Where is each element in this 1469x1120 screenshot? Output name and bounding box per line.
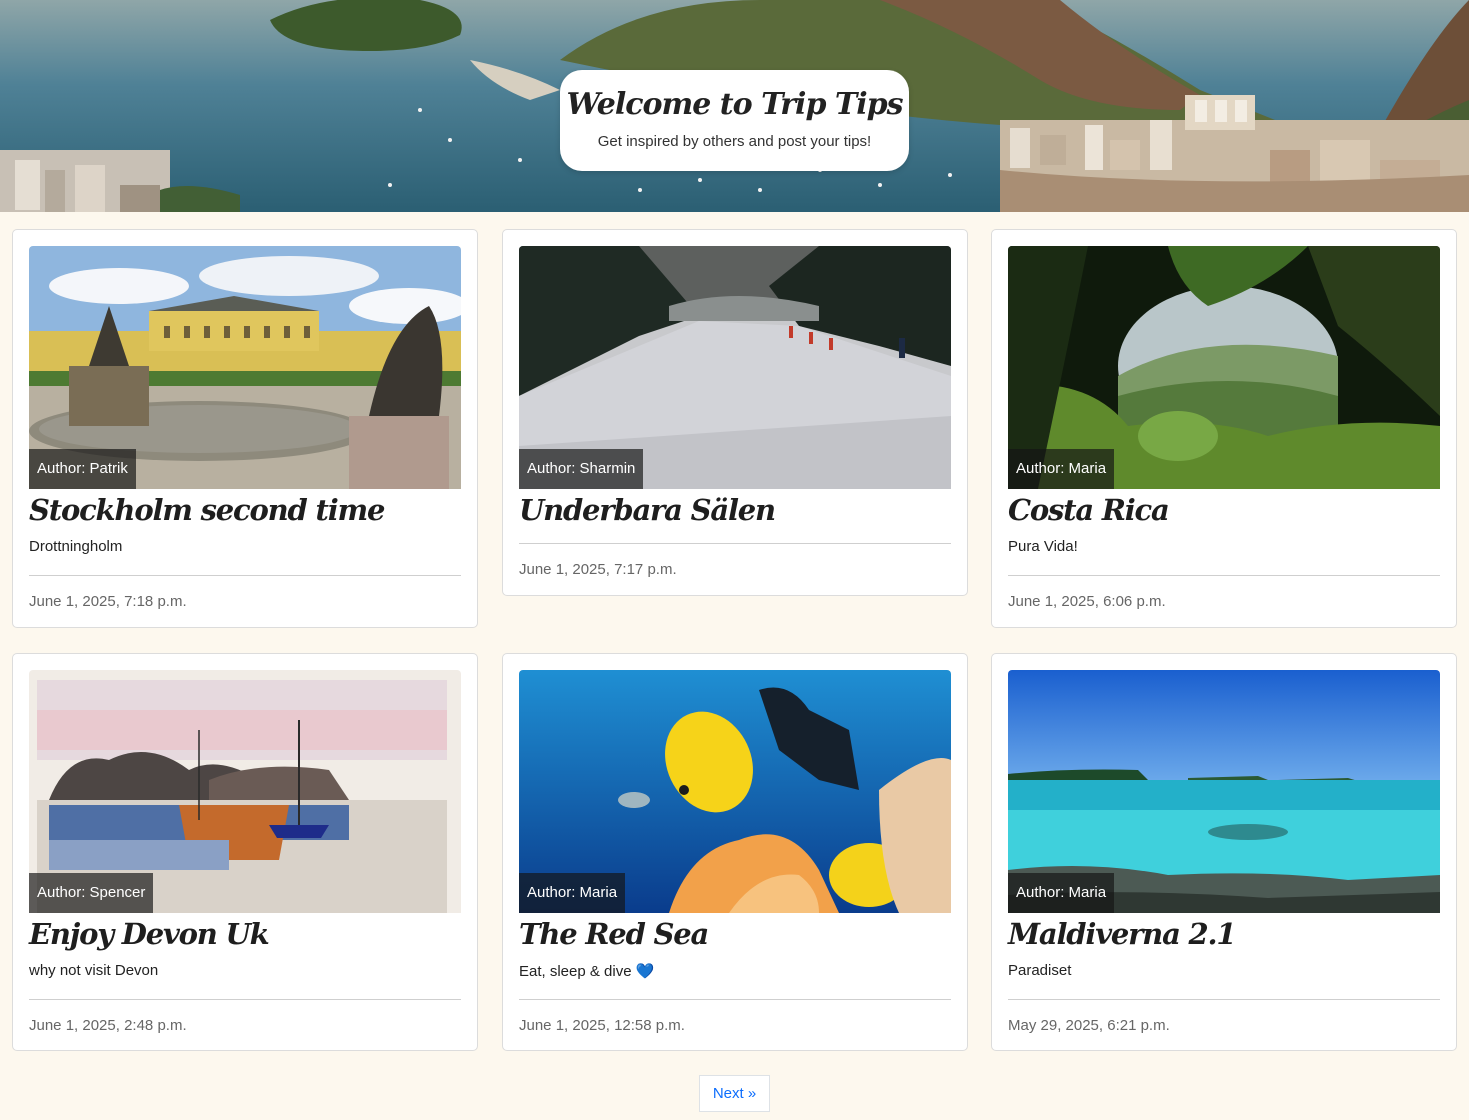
author-badge: Author: Maria	[1008, 449, 1115, 489]
post-excerpt: Eat, sleep & dive 💙	[519, 963, 655, 980]
divider	[519, 543, 951, 544]
post-date: June 1, 2025, 6:06 p.m.	[1008, 593, 1166, 610]
post-image[interactable]: Author: Spencer	[29, 670, 461, 913]
post-image[interactable]: Author: Maria	[1008, 246, 1440, 489]
author-badge: Author: Maria	[519, 873, 626, 913]
post-date: May 29, 2025, 6:21 p.m.	[1008, 1017, 1170, 1034]
post-card[interactable]: Author: Sharmin Underbara Sälen June 1, …	[502, 229, 968, 596]
author-badge: Author: Sharmin	[519, 449, 644, 489]
hero-banner: Welcome to Trip Tips Get inspired by oth…	[0, 0, 1469, 212]
post-excerpt: why not visit Devon	[29, 962, 159, 979]
site-title: Welcome to Trip Tips	[566, 87, 904, 122]
post-card[interactable]: Author: Patrik Stockholm second time Dro…	[12, 229, 478, 628]
post-excerpt: Paradiset	[1008, 962, 1072, 979]
divider	[29, 575, 461, 576]
divider	[519, 999, 951, 1000]
site-subtitle: Get inspired by others and post your tip…	[597, 133, 872, 150]
author-badge: Author: Patrik	[29, 449, 136, 489]
post-image[interactable]: Author: Patrik	[29, 246, 461, 489]
divider	[1008, 999, 1440, 1000]
post-card[interactable]: Author: Maria Costa Rica Pura Vida! June…	[991, 229, 1457, 628]
post-date: June 1, 2025, 12:58 p.m.	[519, 1017, 685, 1034]
post-card[interactable]: Author: Spencer Enjoy Devon Uk why not v…	[12, 653, 478, 1051]
post-card[interactable]: Author: Maria The Red Sea Eat, sleep & d…	[502, 653, 968, 1051]
post-date: June 1, 2025, 7:18 p.m.	[29, 593, 187, 610]
post-excerpt: Pura Vida!	[1008, 538, 1078, 555]
post-title[interactable]: Costa Rica	[1008, 490, 1170, 530]
author-badge: Author: Spencer	[29, 873, 154, 913]
author-badge: Author: Maria	[1008, 873, 1115, 913]
post-title[interactable]: Enjoy Devon Uk	[29, 914, 270, 954]
post-image[interactable]: Author: Maria	[1008, 670, 1440, 913]
post-date: June 1, 2025, 2:48 p.m.	[29, 1017, 187, 1034]
divider	[29, 999, 461, 1000]
post-card[interactable]: Author: Maria Maldiverna 2.1 Paradiset M…	[991, 653, 1457, 1051]
post-title[interactable]: Maldiverna 2.1	[1008, 914, 1237, 954]
post-title[interactable]: Underbara Sälen	[519, 490, 776, 530]
post-title[interactable]: The Red Sea	[519, 914, 709, 954]
welcome-box: Welcome to Trip Tips Get inspired by oth…	[560, 70, 909, 171]
post-image[interactable]: Author: Sharmin	[519, 246, 951, 489]
next-page-button[interactable]: Next »	[699, 1075, 770, 1112]
post-image[interactable]: Author: Maria	[519, 670, 951, 913]
post-excerpt: Drottningholm	[29, 538, 123, 555]
post-date: June 1, 2025, 7:17 p.m.	[519, 561, 677, 578]
divider	[1008, 575, 1440, 576]
post-title[interactable]: Stockholm second time	[29, 490, 385, 530]
